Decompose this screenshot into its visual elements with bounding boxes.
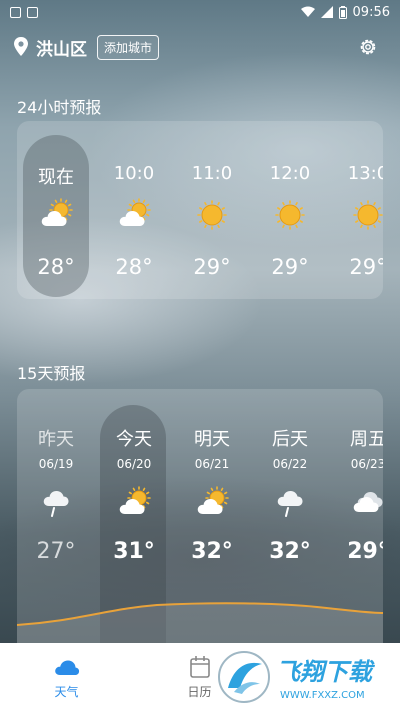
daily-day-name: 明天 <box>194 429 230 450</box>
hourly-icon <box>350 197 383 233</box>
rain-icon <box>277 491 303 517</box>
signal-icon <box>320 6 333 18</box>
daily-card[interactable]: 昨天 06/19 27° 今天 06/20 31° 明天 06/21 32° 后… <box>17 389 383 643</box>
daily-temp: 29° <box>347 539 383 564</box>
sunny-icon <box>353 200 383 230</box>
daily-icon <box>350 485 383 521</box>
hourly-title: 24小时预报 <box>17 98 102 117</box>
hourly-time: 10:0 <box>113 163 155 184</box>
hourly-icon <box>116 197 152 233</box>
sunny-icon <box>275 200 305 230</box>
hourly-temp: 28° <box>115 255 153 279</box>
status-bar: 09:56 <box>0 0 400 24</box>
hourly-item[interactable]: 现在 28° <box>17 121 95 299</box>
partly-cloudy-icon <box>197 486 229 514</box>
battery-icon <box>338 5 347 19</box>
hourly-icon <box>194 197 230 233</box>
hourly-card[interactable]: 现在 28° 10:0 28° 11:0 29° 12:0 29° 13:0 2… <box>17 121 383 299</box>
daily-temp: 32° <box>191 539 233 564</box>
sunny-icon <box>197 200 227 230</box>
status-time: 09:56 <box>352 4 390 20</box>
hourly-item[interactable]: 10:0 28° <box>95 121 173 299</box>
weather-cloud-icon <box>54 660 79 675</box>
partly-cloudy-icon <box>119 198 151 226</box>
rain-icon <box>43 491 69 517</box>
hourly-time: 11:0 <box>191 163 233 184</box>
partly-cloudy-icon <box>119 486 151 514</box>
nav-calendar-label: 日历 <box>187 685 212 699</box>
status-left <box>10 6 38 18</box>
hourly-temp: 29° <box>349 255 383 279</box>
daily-date: 06/20 <box>116 457 152 471</box>
daily-icon <box>272 485 308 521</box>
hourly-item[interactable]: 11:0 29° <box>173 121 251 299</box>
daily-date: 06/22 <box>272 457 308 471</box>
daily-date: 06/19 <box>38 457 74 471</box>
daily-date: 06/23 <box>350 457 383 471</box>
hourly-time: 12:0 <box>269 163 311 184</box>
add-city-button[interactable]: 添加城市 <box>97 34 160 60</box>
daily-title: 15天预报 <box>17 364 86 383</box>
temperature-curve <box>17 602 383 643</box>
wifi-icon <box>300 6 315 17</box>
hourly-temp: 29° <box>193 255 231 279</box>
watermark-logo: 飞翔下载 WWW.FXXZ.COM <box>218 651 376 703</box>
hourly-icon <box>272 197 308 233</box>
hourly-time: 13:0 <box>347 163 383 184</box>
calendar-icon <box>189 656 210 678</box>
daily-icon <box>38 485 74 521</box>
status-right: 09:56 <box>300 4 390 20</box>
daily-temp: 27° <box>36 539 76 564</box>
cloudy-icon <box>353 492 383 512</box>
daily-icon <box>116 485 152 521</box>
daily-day-name: 昨天 <box>38 429 74 450</box>
daily-date: 06/21 <box>194 457 230 471</box>
hourly-temp: 28° <box>37 255 75 279</box>
watermark-url: WWW.FXXZ.COM <box>280 690 365 701</box>
daily-temp: 32° <box>269 539 311 564</box>
location-pin-icon[interactable] <box>12 36 30 58</box>
nav-weather[interactable]: 天气 <box>0 655 133 700</box>
image-notification-icon <box>27 6 38 18</box>
notification-icon <box>10 6 21 18</box>
daily-day-name: 后天 <box>272 429 308 450</box>
watermark-title: 飞翔下载 <box>276 658 376 686</box>
daily-temp: 31° <box>113 539 155 564</box>
hourly-item[interactable]: 13:0 29° <box>329 121 383 299</box>
hourly-temp: 29° <box>271 255 309 279</box>
daily-day-name: 周五 <box>350 429 383 450</box>
city-name[interactable]: 洪山区 <box>36 35 87 60</box>
header: 洪山区 添加城市 <box>0 32 400 62</box>
daily-icon <box>194 485 230 521</box>
hourly-icon <box>38 197 74 233</box>
settings-gear-icon[interactable] <box>358 37 378 57</box>
nav-weather-label: 天气 <box>54 685 79 699</box>
hourly-row[interactable]: 现在 28° 10:0 28° 11:0 29° 12:0 29° 13:0 2… <box>17 121 383 299</box>
daily-day-name: 今天 <box>116 429 152 450</box>
hourly-time: 现在 <box>38 167 74 188</box>
partly-cloudy-icon <box>41 198 73 226</box>
hourly-item[interactable]: 12:0 29° <box>251 121 329 299</box>
